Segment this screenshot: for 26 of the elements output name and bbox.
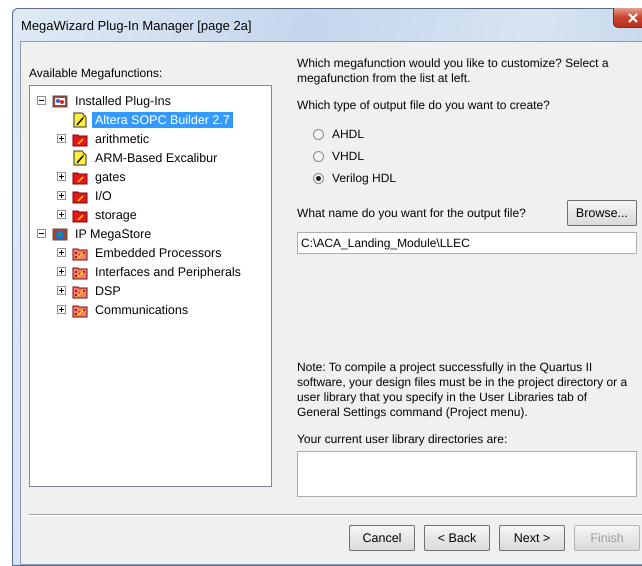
tree-item[interactable]: Embedded Processors xyxy=(92,244,224,260)
output-type-label: Which type of output file do you want to create? xyxy=(297,98,551,112)
output-file-field[interactable]: C:\ACA_Landing_Module\LLEC xyxy=(297,232,637,254)
tree-item[interactable]: Interfaces and Peripherals xyxy=(92,264,244,280)
libraries-label: Your current user library directories are: xyxy=(297,432,508,446)
tree-item[interactable]: storage xyxy=(92,206,140,222)
note-text: Note: To compile a project successfully in the Quartus II software, your design files must be in the project directory or a user library that you specify in the User Libraries tab of General Settings command (Project menu). xyxy=(297,360,628,420)
wizard-button[interactable]: Next > xyxy=(499,525,565,551)
tree-item[interactable]: gates xyxy=(92,168,129,184)
wizard-button[interactable]: < Back xyxy=(424,525,490,551)
radio-label[interactable]: Verilog HDL xyxy=(332,171,396,185)
tree-label: Available Megafunctions: xyxy=(29,66,164,80)
tree-item[interactable]: I/O xyxy=(92,188,115,204)
tree-item[interactable]: DSP xyxy=(92,282,124,298)
radio-label[interactable]: AHDL xyxy=(332,127,364,141)
browse-button[interactable]: Browse... xyxy=(566,200,637,226)
tree-item[interactable]: arithmetic xyxy=(92,130,152,146)
window-title: MegaWizard Plug-In Manager [page 2a] xyxy=(21,18,252,32)
output-file-label: What name do you want for the output file? xyxy=(297,206,526,220)
tree-item[interactable]: ARM-Based Excalibur xyxy=(92,150,220,166)
wizard-button[interactable]: Cancel xyxy=(349,525,415,551)
tree-item[interactable]: Communications xyxy=(92,302,192,318)
prompt-text: Which megafunction would you like to customize? Select a megafunction from the list at left. xyxy=(297,56,610,86)
radio-label[interactable]: VHDL xyxy=(332,149,364,163)
tree-item[interactable]: IP MegaStore xyxy=(72,226,154,242)
tree-item[interactable]: Installed Plug-Ins xyxy=(72,92,174,108)
